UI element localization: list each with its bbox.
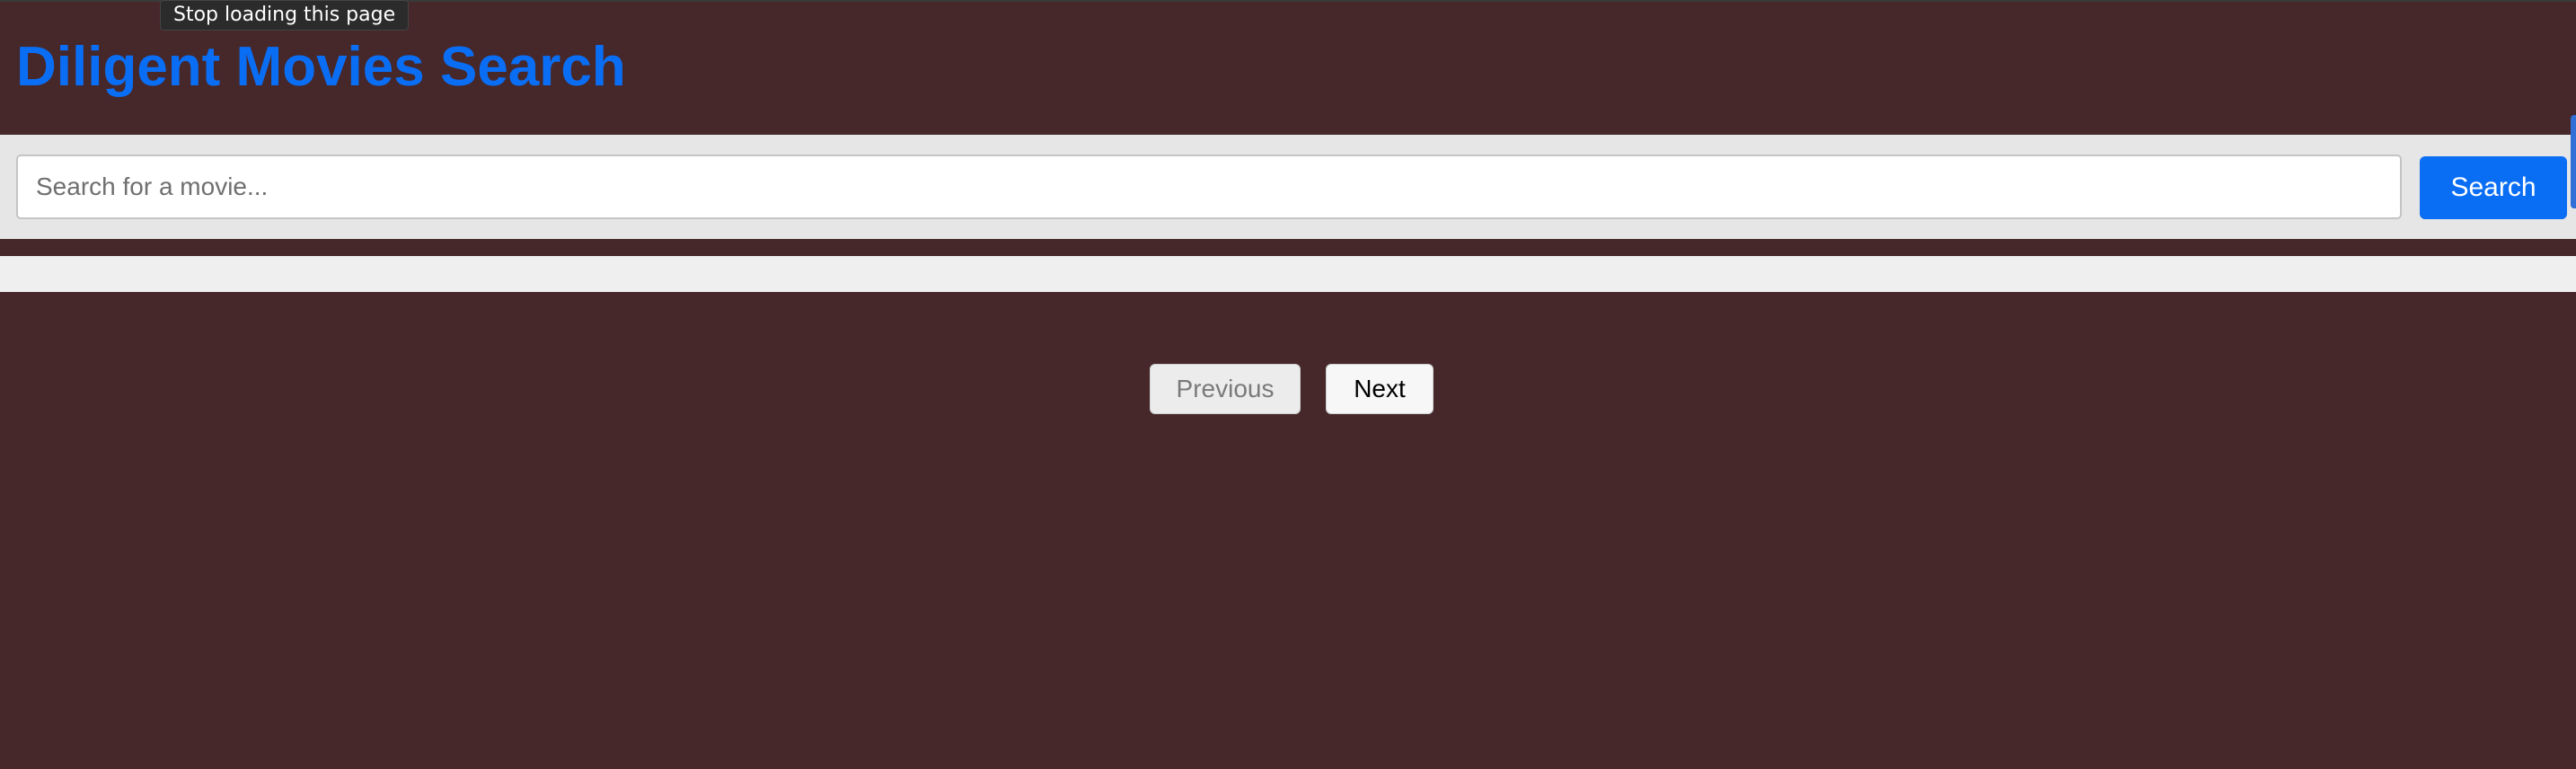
previous-button[interactable]: Previous (1150, 364, 1301, 414)
pagination: Previous Next (0, 364, 2576, 416)
search-input[interactable] (16, 155, 2402, 219)
stop-loading-tooltip: Stop loading this page (160, 0, 410, 31)
search-button[interactable]: Search (2420, 156, 2567, 219)
search-bar: Search (0, 135, 2576, 239)
next-button[interactable]: Next (1326, 364, 1434, 414)
page-title: Diligent Movies Search (16, 36, 626, 98)
scrollbar-handle[interactable] (2571, 115, 2576, 208)
results-container (0, 256, 2576, 292)
